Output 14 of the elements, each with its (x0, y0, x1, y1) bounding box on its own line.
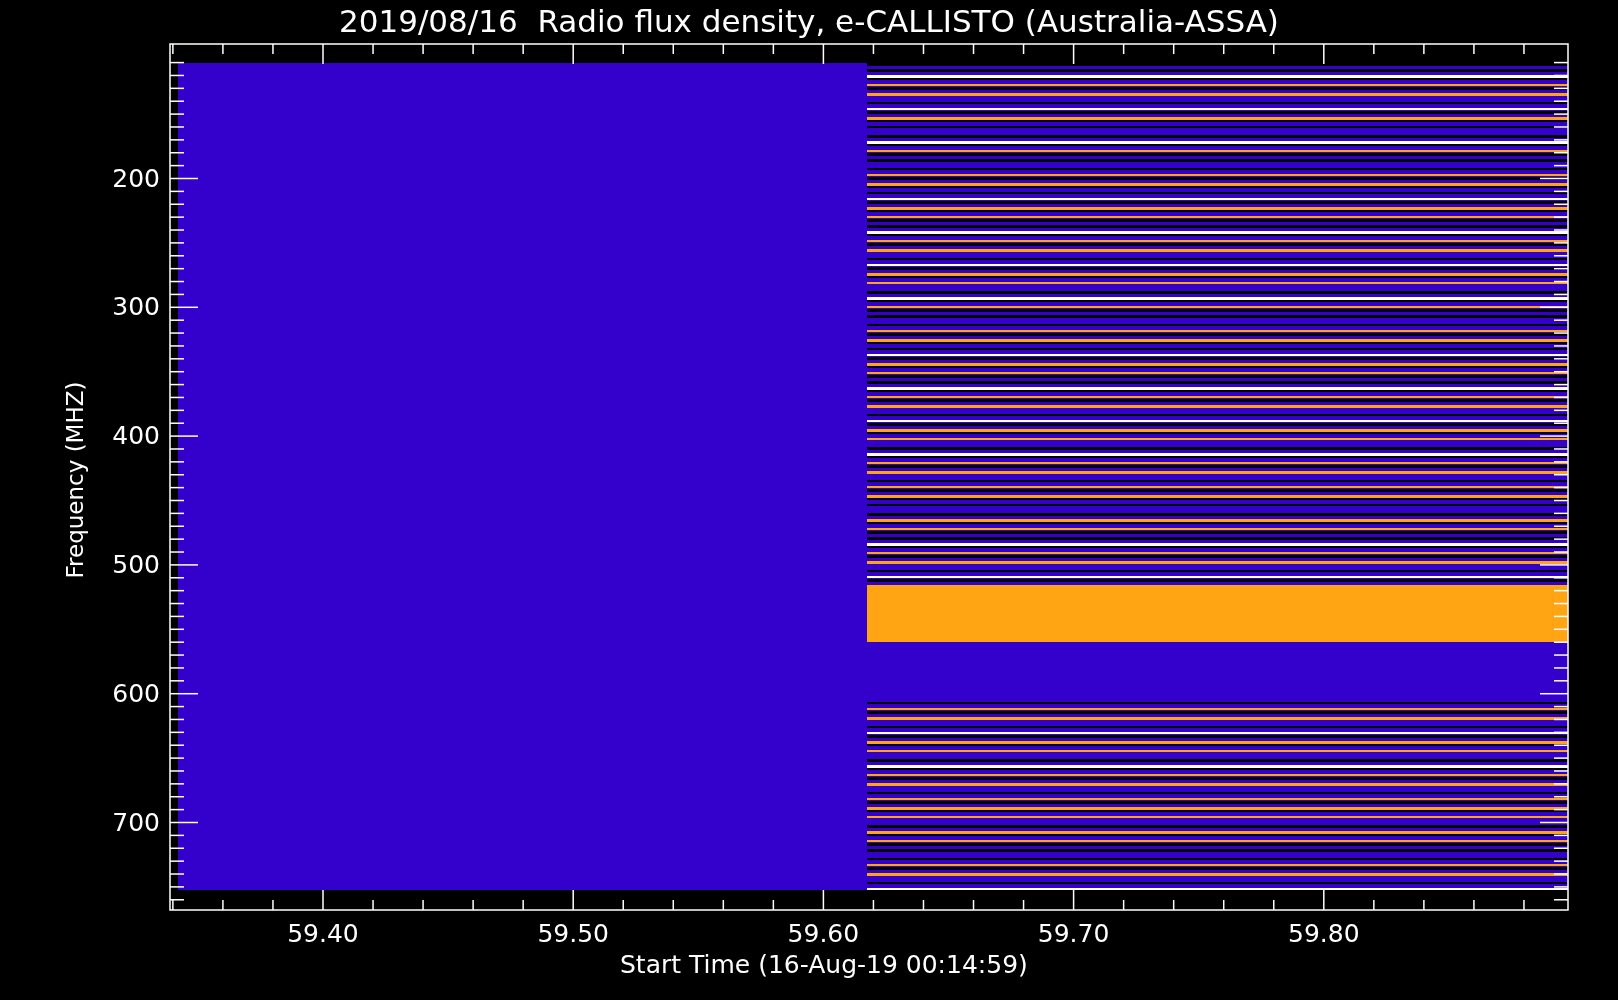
chart-title: 2019/08/16 Radio flux density, e-CALLISTO (Australia-ASSA) (338, 2, 1280, 41)
y-tick-label: 400 (111, 421, 160, 452)
x-tick-label: 59.60 (786, 919, 861, 949)
x-tick-label: 59.70 (1036, 919, 1111, 949)
x-axis-label: Start Time (16-Aug-19 00:14:59) (620, 950, 1028, 980)
y-axis-label: Frequency (MHZ) (61, 381, 89, 579)
y-tick-label: 200 (111, 163, 160, 194)
y-tick-label: 300 (111, 292, 160, 323)
x-tick-label: 59.50 (536, 919, 610, 949)
y-tick-label: 700 (111, 807, 160, 838)
x-tick-label: 59.40 (286, 919, 360, 949)
y-tick-label: 500 (111, 549, 160, 580)
x-tick-label: 59.80 (1287, 919, 1361, 949)
y-tick-label: 600 (111, 678, 160, 709)
